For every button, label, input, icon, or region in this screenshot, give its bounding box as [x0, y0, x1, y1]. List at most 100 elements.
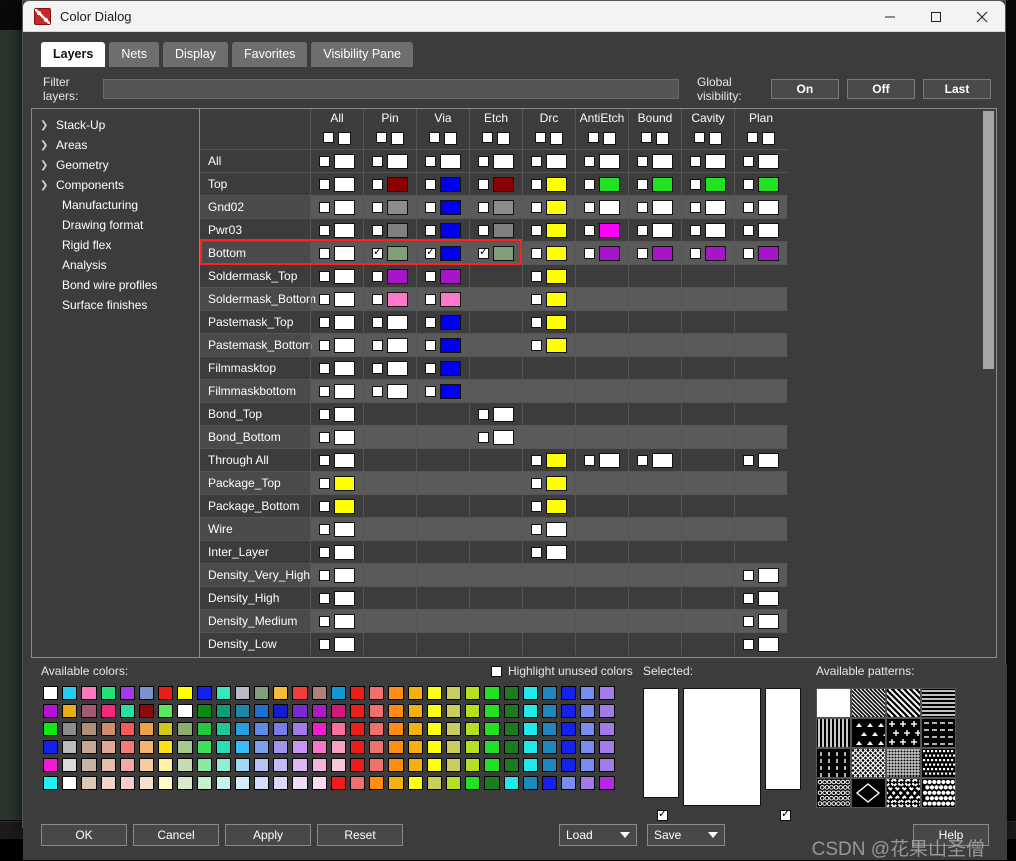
- layer-color-swatch[interactable]: [334, 613, 355, 629]
- layer-color-swatch[interactable]: [599, 176, 620, 192]
- layer-visibility-checkbox[interactable]: [690, 155, 701, 167]
- layer-cell-plan[interactable]: [734, 172, 787, 195]
- palette-color-swatch[interactable]: [386, 702, 405, 720]
- layer-cell-cavity[interactable]: [681, 195, 734, 218]
- column-color-checkbox[interactable]: [603, 132, 616, 145]
- palette-color-swatch[interactable]: [482, 756, 501, 774]
- layer-color-swatch[interactable]: [758, 613, 779, 629]
- load-dropdown-button[interactable]: Load: [559, 824, 637, 846]
- layer-visibility-checkbox[interactable]: [319, 247, 330, 259]
- palette-color-swatch[interactable]: [214, 738, 233, 756]
- palette-color-swatch[interactable]: [425, 702, 444, 720]
- palette-color-swatch[interactable]: [559, 738, 578, 756]
- selected-checkbox-1[interactable]: [657, 808, 668, 821]
- palette-color-swatch[interactable]: [79, 756, 98, 774]
- palette-color-swatch[interactable]: [214, 720, 233, 738]
- layer-visibility-checkbox[interactable]: [690, 201, 701, 213]
- palette-color-swatch[interactable]: [502, 720, 521, 738]
- layer-cell-all[interactable]: [310, 356, 363, 379]
- palette-color-swatch[interactable]: [406, 774, 425, 792]
- table-scrollbar-thumb[interactable]: [983, 111, 994, 369]
- layer-visibility-checkbox[interactable]: [531, 224, 542, 236]
- palette-color-swatch[interactable]: [597, 720, 616, 738]
- layer-cell-pin[interactable]: [363, 195, 416, 218]
- ok-button[interactable]: OK: [41, 824, 127, 846]
- layer-visibility-checkbox[interactable]: [425, 385, 436, 397]
- layer-visibility-checkbox[interactable]: [531, 523, 542, 535]
- layer-cell-plan[interactable]: [734, 241, 787, 264]
- table-row[interactable]: All: [200, 149, 787, 172]
- layer-visibility-checkbox[interactable]: [690, 247, 701, 259]
- palette-color-swatch[interactable]: [348, 774, 367, 792]
- palette-color-swatch[interactable]: [99, 684, 118, 702]
- layer-visibility-checkbox[interactable]: [743, 615, 754, 627]
- palette-color-swatch[interactable]: [175, 774, 194, 792]
- layer-visibility-checkbox[interactable]: [531, 477, 542, 489]
- layer-cell-drc[interactable]: [522, 149, 575, 172]
- layer-color-swatch[interactable]: [334, 222, 355, 238]
- pattern-swatch-plus-signs[interactable]: [886, 718, 921, 748]
- palette-color-swatch[interactable]: [310, 702, 329, 720]
- layer-visibility-checkbox[interactable]: [372, 293, 383, 305]
- layer-visibility-checkbox[interactable]: [319, 408, 330, 420]
- palette-color-swatch[interactable]: [252, 738, 271, 756]
- palette-color-swatch[interactable]: [348, 702, 367, 720]
- palette-color-swatch[interactable]: [329, 738, 348, 756]
- column-visibility-checkbox[interactable]: [694, 132, 705, 143]
- palette-color-swatch[interactable]: [348, 756, 367, 774]
- layer-color-swatch[interactable]: [652, 245, 673, 261]
- layer-color-swatch[interactable]: [387, 199, 408, 215]
- palette-color-swatch[interactable]: [406, 720, 425, 738]
- layer-cell-cavity[interactable]: [681, 241, 734, 264]
- palette-color-swatch[interactable]: [463, 702, 482, 720]
- table-row[interactable]: Density_Low: [200, 632, 787, 655]
- layer-cell-pin[interactable]: [363, 264, 416, 287]
- palette-color-swatch[interactable]: [444, 684, 463, 702]
- layer-visibility-checkbox[interactable]: [584, 224, 595, 236]
- layer-cell-plan[interactable]: [734, 195, 787, 218]
- palette-color-swatch[interactable]: [367, 756, 386, 774]
- column-color-checkbox[interactable]: [497, 132, 510, 145]
- layer-cell-all[interactable]: [310, 540, 363, 563]
- palette-color-swatch[interactable]: [578, 756, 597, 774]
- layer-color-swatch[interactable]: [334, 429, 355, 445]
- layer-visibility-checkbox[interactable]: [319, 454, 330, 466]
- palette-color-swatch[interactable]: [578, 720, 597, 738]
- layer-color-swatch[interactable]: [599, 245, 620, 261]
- palette-color-swatch[interactable]: [290, 720, 309, 738]
- close-icon[interactable]: [959, 1, 1005, 32]
- pattern-swatch-horizontal-lines[interactable]: [921, 688, 956, 718]
- layer-cell-bound[interactable]: [628, 172, 681, 195]
- layer-color-swatch[interactable]: [758, 452, 779, 468]
- palette-color-swatch[interactable]: [386, 684, 405, 702]
- palette-color-swatch[interactable]: [214, 774, 233, 792]
- palette-color-swatch[interactable]: [41, 774, 60, 792]
- layer-visibility-checkbox[interactable]: [425, 246, 436, 259]
- layer-cell-plan[interactable]: [734, 609, 787, 632]
- global-visibility-on-button[interactable]: On: [770, 79, 839, 99]
- layer-color-swatch[interactable]: [334, 199, 355, 215]
- tab-layers[interactable]: Layers: [41, 42, 106, 67]
- layer-cell-etch[interactable]: [469, 149, 522, 172]
- table-row[interactable]: Bond_Top: [200, 402, 787, 425]
- layer-color-swatch[interactable]: [493, 153, 514, 169]
- layer-color-swatch[interactable]: [387, 337, 408, 353]
- layer-cell-all[interactable]: [310, 310, 363, 333]
- layer-visibility-checkbox[interactable]: [531, 339, 542, 351]
- table-row[interactable]: Pastemask_Top: [200, 310, 787, 333]
- palette-color-swatch[interactable]: [233, 702, 252, 720]
- palette-color-swatch[interactable]: [482, 702, 501, 720]
- palette-color-swatch[interactable]: [99, 720, 118, 738]
- palette-color-swatch[interactable]: [502, 774, 521, 792]
- tree-item-manufacturing[interactable]: Manufacturing: [32, 195, 199, 215]
- layer-cell-all[interactable]: [310, 333, 363, 356]
- palette-color-swatch[interactable]: [540, 684, 559, 702]
- layer-cell-pin[interactable]: [363, 172, 416, 195]
- palette-color-swatch[interactable]: [156, 684, 175, 702]
- layer-visibility-checkbox[interactable]: [319, 385, 330, 397]
- palette-color-swatch[interactable]: [41, 756, 60, 774]
- palette-color-swatch[interactable]: [521, 720, 540, 738]
- palette-color-swatch[interactable]: [444, 702, 463, 720]
- layer-cell-cavity[interactable]: [681, 218, 734, 241]
- layer-cell-all[interactable]: [310, 264, 363, 287]
